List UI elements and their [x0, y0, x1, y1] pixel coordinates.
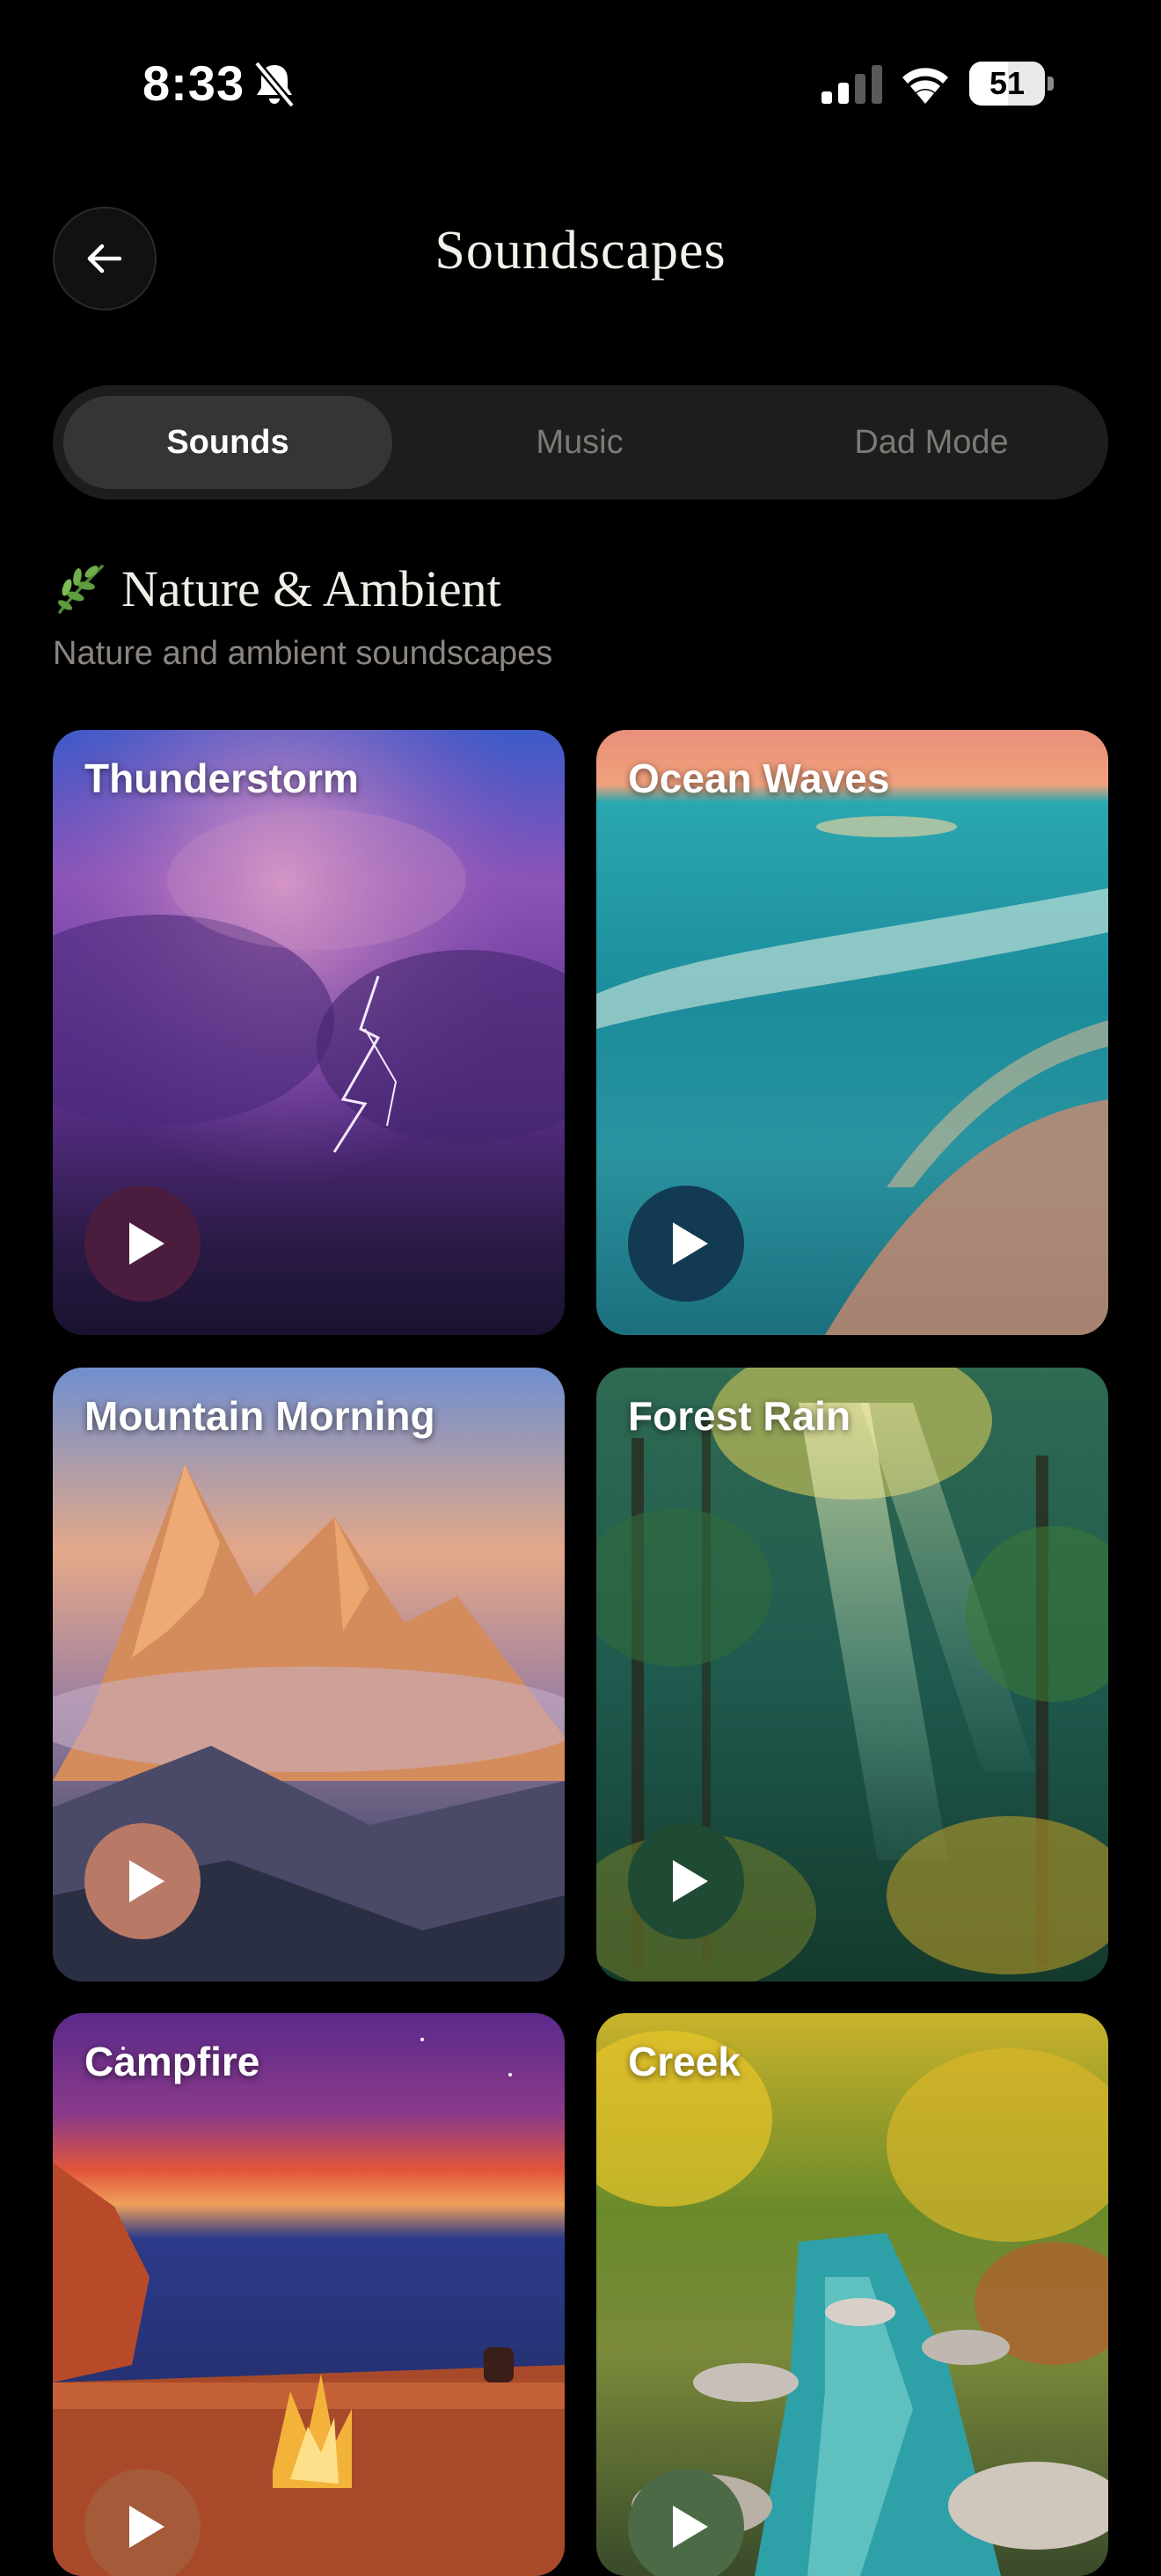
play-button[interactable] [628, 1823, 744, 1939]
card-creek[interactable]: Creek [596, 2013, 1108, 2576]
status-time: 8:33 [142, 55, 245, 111]
play-icon [673, 1222, 708, 1265]
card-title: Forest Rain [628, 1393, 851, 1439]
play-button[interactable] [84, 1823, 201, 1939]
card-title: Creek [628, 2039, 741, 2084]
page-title: Soundscapes [434, 221, 727, 281]
card-thunderstorm[interactable]: Thunderstorm [53, 730, 565, 1335]
play-button[interactable] [628, 2469, 744, 2576]
play-icon [129, 1860, 164, 1902]
status-bar: 8:33 51 [0, 0, 1161, 167]
battery-indicator: 51 [969, 62, 1054, 106]
section-title: Nature & Ambient [121, 560, 501, 617]
wifi-icon [899, 62, 952, 104]
card-title: Thunderstorm [84, 755, 359, 801]
card-title: Mountain Morning [84, 1393, 435, 1439]
tab-dad-mode[interactable]: Dad Mode [767, 396, 1096, 489]
play-icon [673, 1860, 708, 1902]
back-button[interactable] [53, 207, 157, 310]
battery-cap [1048, 77, 1054, 91]
play-icon [129, 2506, 164, 2548]
card-forest-rain[interactable]: Forest Rain [596, 1368, 1108, 1981]
battery-percent: 51 [989, 65, 1026, 101]
card-title: Ocean Waves [628, 755, 890, 801]
play-icon [129, 1222, 164, 1265]
segmented-control: Sounds Music Dad Mode [53, 385, 1108, 500]
tab-sounds[interactable]: Sounds [63, 396, 392, 489]
play-icon [673, 2506, 708, 2548]
card-mountain-morning[interactable]: Mountain Morning [53, 1368, 565, 1981]
leaf-icon [51, 559, 109, 617]
bell-slash-icon [252, 60, 297, 109]
play-button[interactable] [628, 1186, 744, 1302]
card-ocean-waves[interactable]: Ocean Waves [596, 730, 1108, 1335]
battery-body: 51 [969, 62, 1045, 106]
tab-music[interactable]: Music [415, 396, 744, 489]
cellular-signal-icon [821, 65, 883, 104]
section-subtitle: Nature and ambient soundscapes [53, 635, 553, 672]
play-button[interactable] [84, 1186, 201, 1302]
arrow-left-icon [87, 244, 122, 274]
card-title: Campfire [84, 2039, 260, 2084]
card-campfire[interactable]: Campfire [53, 2013, 565, 2576]
play-button[interactable] [84, 2469, 201, 2576]
